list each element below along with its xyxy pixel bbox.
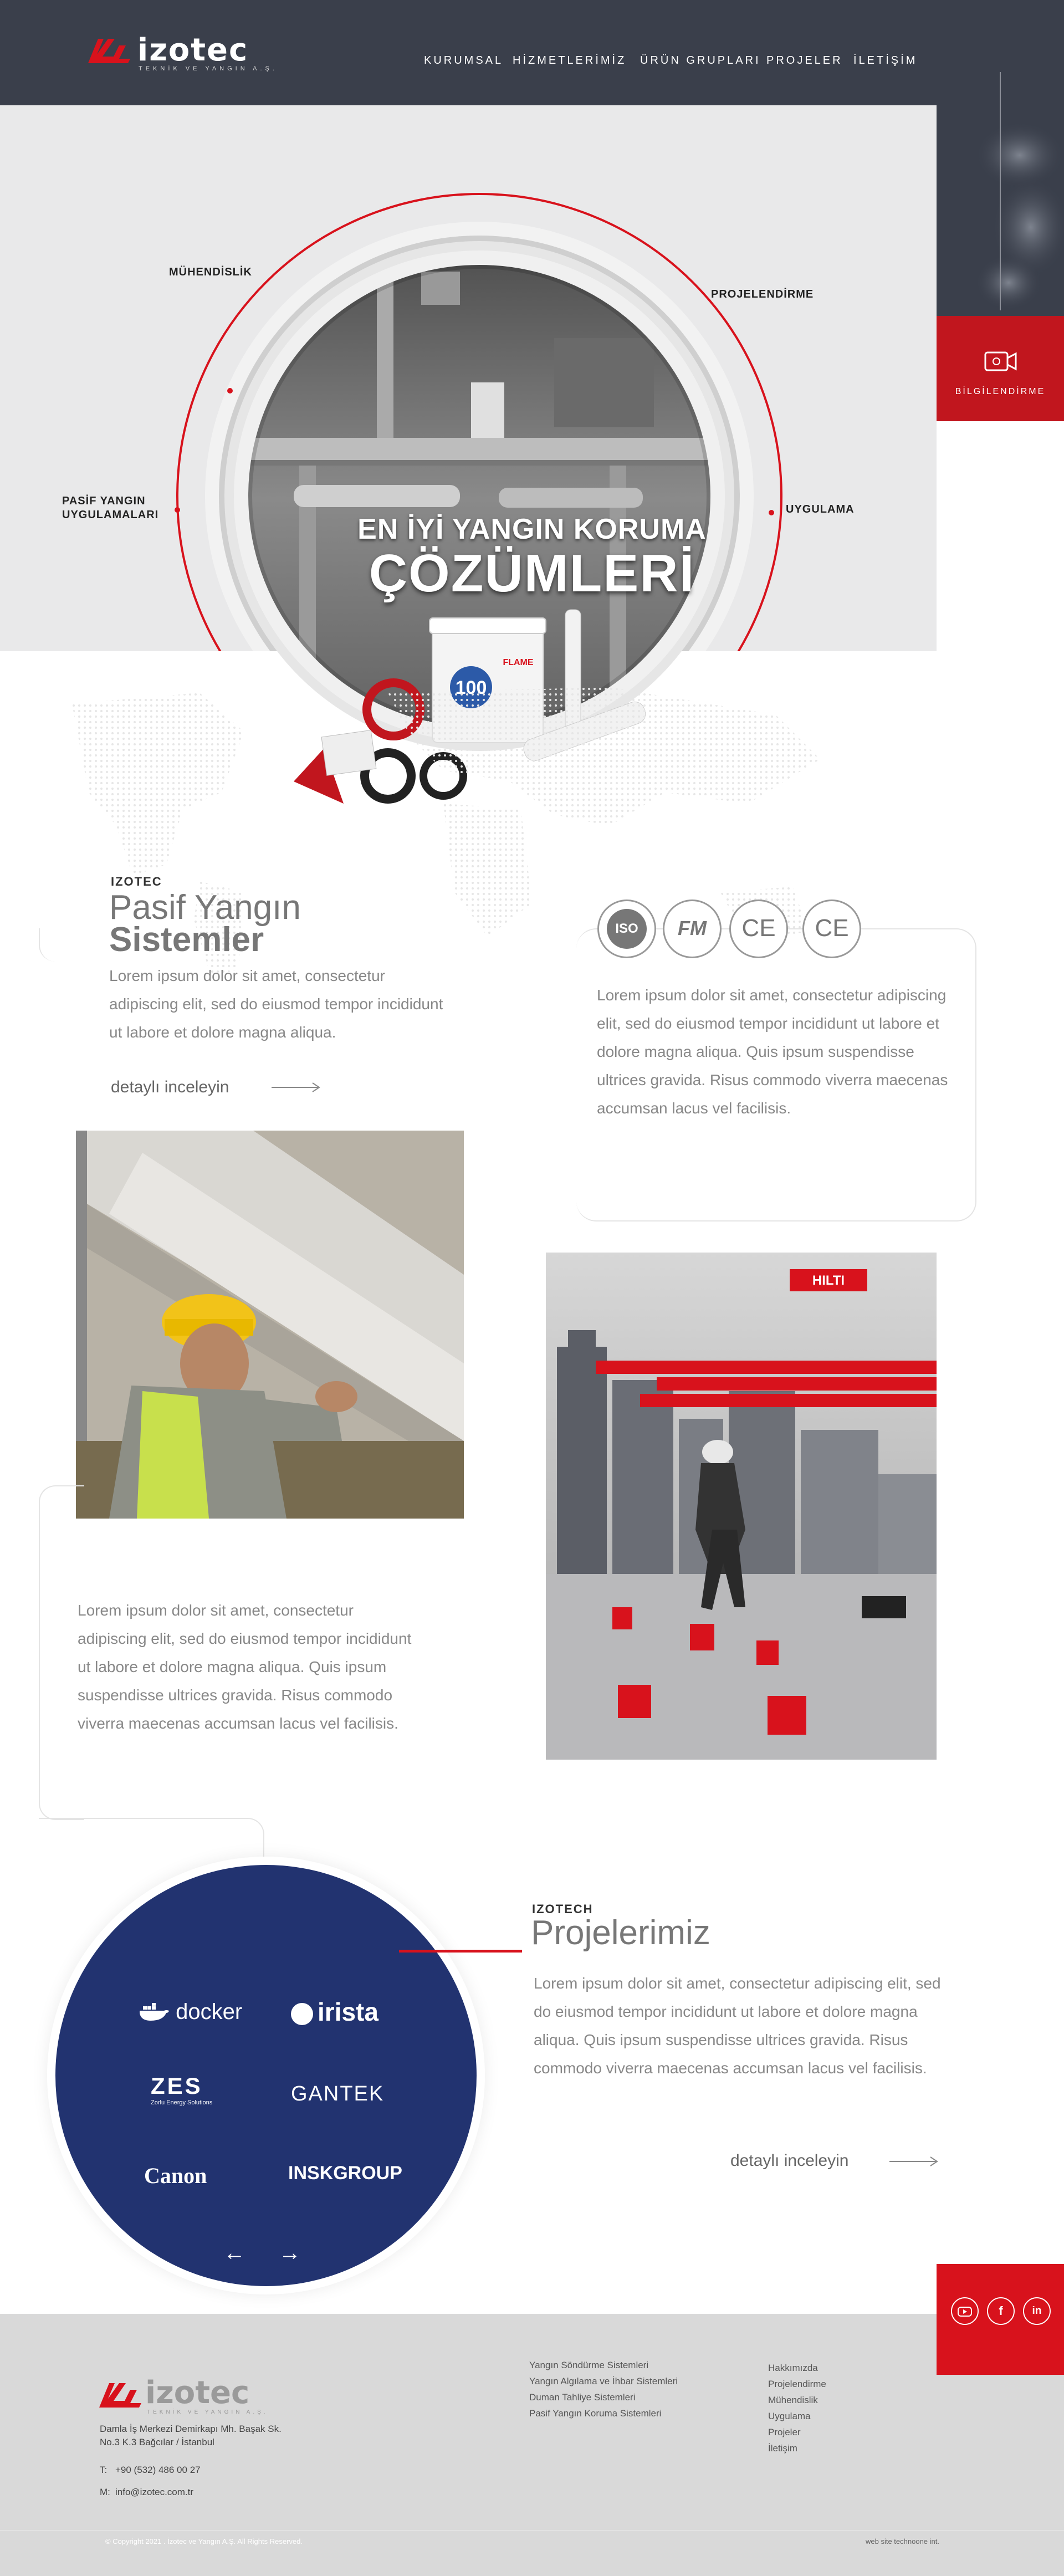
section1-title-bold: Sistemler — [109, 921, 264, 959]
youtube-icon[interactable] — [951, 2297, 979, 2325]
logo-text[interactable]: izotec — [137, 32, 248, 68]
site-header: izotec TEKNİK VE YANGIN A.Ş. KURUMSAL Hİ… — [0, 0, 1064, 105]
brand-gantek[interactable]: GANTEK — [291, 2082, 384, 2106]
footer-service-1[interactable]: Yangın Söndürme Sistemleri — [529, 2357, 648, 2373]
section1-text: Lorem ipsum dolor sit amet, consectetur … — [109, 967, 443, 1041]
brand-irista-text: irista — [318, 1997, 378, 2026]
projects-arrow-icon[interactable] — [889, 2155, 939, 2168]
fm-badge: FM — [663, 899, 722, 958]
info-button[interactable]: BİLGİLENDİRME — [937, 316, 1064, 421]
nav-projeler[interactable]: PROJELER — [766, 54, 843, 67]
footer-address-line1: Damla İş Merkezi Demirkapı Mh. Başak Sk. — [100, 2424, 282, 2434]
section2-text: Lorem ipsum dolor sit amet, consectetur … — [78, 1602, 412, 1732]
iso-badge: ISO — [597, 899, 656, 958]
projects-more-link[interactable]: detaylı inceleyin — [730, 2151, 848, 2170]
hero-dot-3 — [175, 507, 180, 513]
brand-zes-text: ZES — [151, 2073, 203, 2099]
projects-brand-circle: docker irista ZES Zorlu Energy Solutions… — [55, 1865, 477, 2286]
hero-label-pasif-yangin: PASİF YANGIN — [62, 495, 146, 507]
footer-service-4[interactable]: Pasif Yangın Koruma Sistemleri — [529, 2405, 661, 2421]
hilti-photo: HILTI — [546, 1253, 937, 1760]
nav-urun-gruplari[interactable]: ÜRÜN GRUPLARI — [640, 54, 761, 67]
footer-phone-label: T: — [100, 2465, 108, 2475]
docker-whale-icon — [140, 2002, 169, 2021]
carousel-prev-button[interactable]: ← — [223, 2241, 245, 2266]
iso-badge-text: ISO — [607, 909, 647, 949]
footer-link-projelendirme[interactable]: Projelendirme — [768, 2376, 826, 2392]
nav-kurumsal[interactable]: KURUMSAL — [424, 54, 503, 67]
nav-iletisim[interactable]: İLETİŞİM — [853, 54, 917, 67]
footer-copyright: © Copyright 2021 . İzotec ve Yangın A.Ş.… — [105, 2537, 303, 2546]
social-panel: f in — [937, 2264, 1064, 2375]
footer-logo-subtitle: TEKNİK VE YANGIN A.Ş. — [147, 2409, 268, 2415]
brand-docker[interactable]: docker — [139, 2000, 242, 2025]
section1-outline — [39, 928, 90, 962]
cert-text: Lorem ipsum dolor sit amet, consectetur … — [597, 987, 948, 1117]
footer-link-hakkimizda[interactable]: Hakkımızda — [768, 2360, 818, 2376]
brand-zes-sub: Zorlu Energy Solutions — [151, 2099, 213, 2106]
ce-badge-1: CE — [729, 899, 788, 958]
linkedin-icon[interactable]: in — [1023, 2297, 1051, 2325]
ce-badge-1-text: CE — [741, 914, 776, 942]
brand-irista[interactable]: irista — [291, 1997, 378, 2027]
logo-subtitle: TEKNİK VE YANGIN A.Ş. — [139, 65, 278, 72]
footer-link-projeler[interactable]: Projeler — [768, 2424, 801, 2440]
brand-docker-text: docker — [176, 2000, 243, 2024]
youtube-glyph — [958, 2307, 972, 2317]
brand-zes[interactable]: ZES Zorlu Energy Solutions — [151, 2073, 212, 2106]
projects-title: Projelerimiz — [531, 1914, 710, 1952]
projects-red-line — [399, 1950, 522, 1953]
footer-link-iletisim[interactable]: İletişim — [768, 2440, 797, 2456]
info-label: BİLGİLENDİRME — [955, 387, 1046, 396]
nav-hizmetlerimiz[interactable]: HİZMETLERİMİZ — [513, 54, 626, 67]
logo-mark-icon[interactable] — [86, 34, 131, 67]
footer-phone[interactable]: +90 (532) 486 00 27 — [115, 2465, 201, 2476]
brand-canon[interactable]: Canon — [144, 2163, 207, 2189]
footer-link-uygulama[interactable]: Uygulama — [768, 2408, 811, 2424]
product-brand: FLAME — [503, 658, 533, 667]
projects-text: Lorem ipsum dolor sit amet, consectetur … — [534, 1975, 941, 2077]
footer-mail-label: M: — [100, 2487, 110, 2497]
hilti-logo-text: HILTI — [812, 1273, 845, 1288]
hero-title-line2: ÇÖZÜMLERİ — [369, 544, 695, 603]
footer-service-2[interactable]: Yangın Algılama ve İhbar Sistemleri — [529, 2373, 678, 2389]
section1-arrow-icon[interactable] — [272, 1081, 321, 1094]
hero-title-line1: EN İYİ YANGIN KORUMA — [357, 513, 707, 545]
footer-divider — [0, 2530, 1064, 2531]
worker-photo — [76, 1131, 464, 1519]
footer-logo-mark-icon[interactable] — [97, 2379, 142, 2411]
side-vertical-line — [1000, 72, 1001, 310]
footer-service-3[interactable]: Duman Tahliye Sistemleri — [529, 2389, 635, 2405]
footer-email[interactable]: info@izotec.com.tr — [115, 2487, 193, 2498]
ce-badge-2-text: CE — [815, 914, 849, 942]
brand-inskgroup[interactable]: INSKGROUP — [288, 2163, 402, 2184]
fm-badge-text: FM — [678, 917, 707, 939]
carousel-next-button[interactable]: → — [279, 2241, 301, 2266]
section1-more-link[interactable]: detaylı inceleyin — [111, 1078, 229, 1097]
footer-address-line2: No.3 K.3 Bağcılar / İstanbul — [100, 2437, 214, 2447]
footer-link-muhendislik[interactable]: Mühendislik — [768, 2392, 818, 2408]
video-camera-icon — [984, 351, 1017, 371]
ce-badge-2: CE — [802, 899, 861, 958]
site-footer: izotec TEKNİK VE YANGIN A.Ş. Damla İş Me… — [0, 2314, 1064, 2576]
footer-credit[interactable]: web site technoone int. — [866, 2537, 939, 2546]
irista-logo-icon — [291, 2002, 313, 2025]
section1-eyebrow: IZOTEC — [111, 875, 162, 888]
footer-logo-text[interactable]: izotec — [145, 2375, 249, 2411]
facebook-icon[interactable]: f — [987, 2297, 1015, 2325]
